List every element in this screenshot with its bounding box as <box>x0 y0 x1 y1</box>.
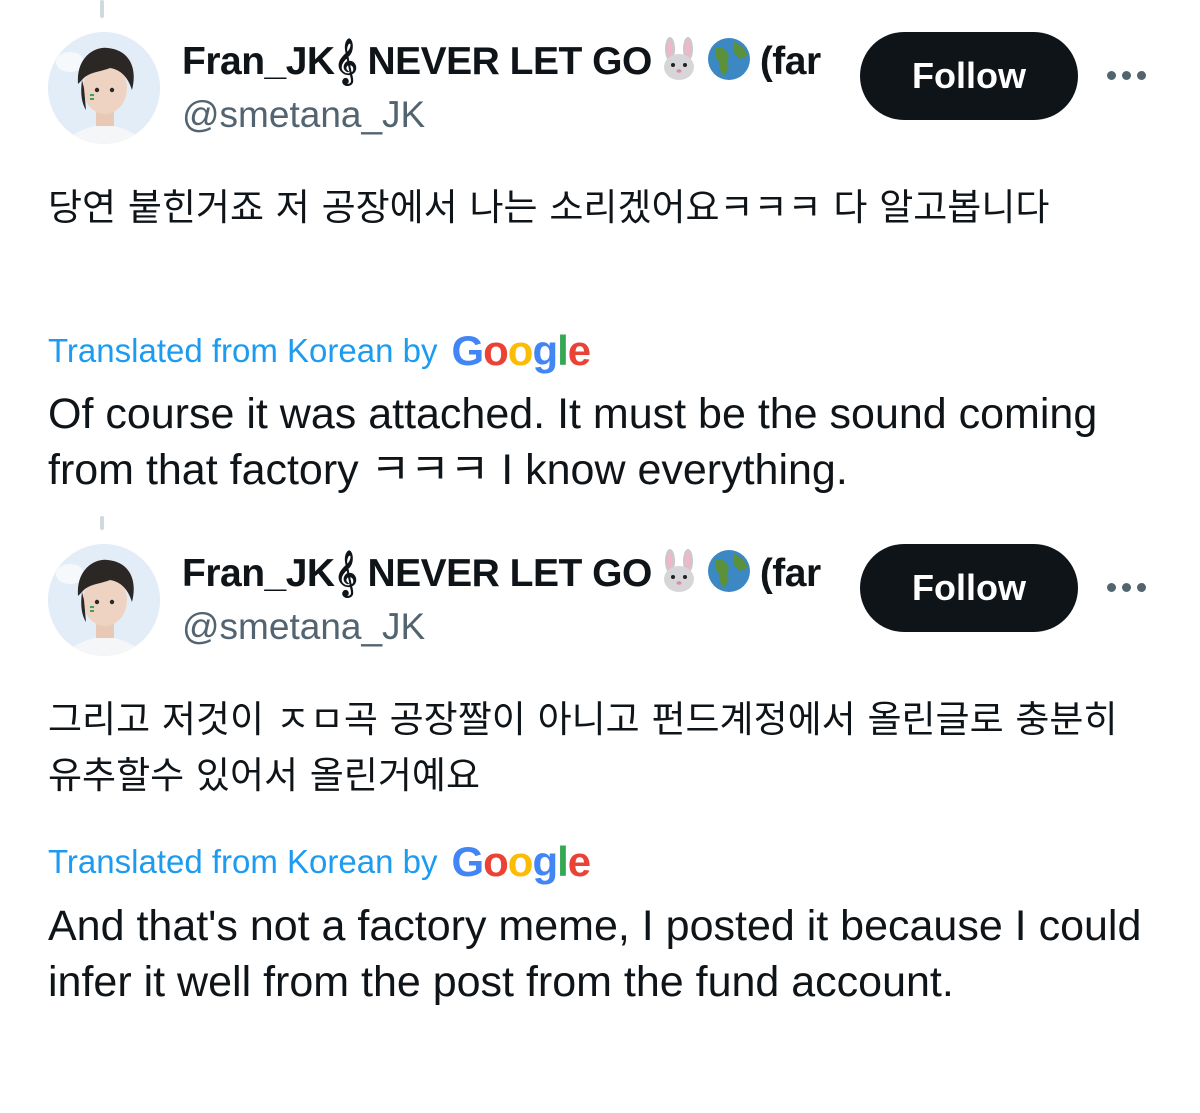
tweet-1[interactable]: Fran_JK𝄞 NEVER LET GO (far @smetana_JK F… <box>0 0 1200 512</box>
translated-from-label[interactable]: Translated from Korean by Google <box>48 837 848 887</box>
display-name-text: Fran_JK𝄞 NEVER LET GO <box>182 40 652 83</box>
google-logo[interactable]: Google <box>451 838 591 886</box>
translated-label-text: Translated from Korean by <box>48 843 438 880</box>
tweet-original-text: 그리고 저것이 ㅈㅁ곡 공장짤이 아니고 펀드계정에서 올린글로 충분히 유추할… <box>48 698 1118 797</box>
rabbit-face-icon <box>663 37 694 80</box>
tweet-translation: And that's not a factory meme, I posted … <box>48 902 1142 1006</box>
more-options-icon[interactable] <box>1100 564 1152 610</box>
follow-button[interactable]: Follow <box>860 32 1078 120</box>
translated-label-text: Translated from Korean by <box>48 332 438 369</box>
author-display-name[interactable]: Fran_JK𝄞 NEVER LET GO (far <box>182 548 842 598</box>
rabbit-face-icon <box>663 549 694 592</box>
tweet-translation: Of course it was attached. It must be th… <box>48 390 1098 494</box>
tweet-original-text: 당연 붙힌거죠 저 공장에서 나는 소리겠어요ㅋㅋㅋ 다 알고봅니다 <box>48 186 1050 229</box>
display-name-text: Fran_JK𝄞 NEVER LET GO <box>182 552 652 595</box>
avatar[interactable] <box>48 544 160 656</box>
google-logo[interactable]: Google <box>451 327 591 375</box>
avatar[interactable] <box>48 32 160 144</box>
author-handle[interactable]: @smetana_JK <box>182 604 425 650</box>
tweet-2[interactable]: Fran_JK𝄞 NEVER LET GO (far @smetana_JK F… <box>0 512 1200 1113</box>
author-handle[interactable]: @smetana_JK <box>182 92 425 138</box>
translated-from-label[interactable]: Translated from Korean by Google <box>48 326 848 376</box>
display-name-suffix: (far <box>759 552 821 595</box>
display-name-suffix: (far <box>759 40 821 83</box>
more-options-icon[interactable] <box>1100 52 1152 98</box>
author-display-name[interactable]: Fran_JK𝄞 NEVER LET GO (far <box>182 36 842 86</box>
globe-americas-icon <box>707 550 750 592</box>
follow-button[interactable]: Follow <box>860 544 1078 632</box>
globe-americas-icon <box>707 38 750 80</box>
